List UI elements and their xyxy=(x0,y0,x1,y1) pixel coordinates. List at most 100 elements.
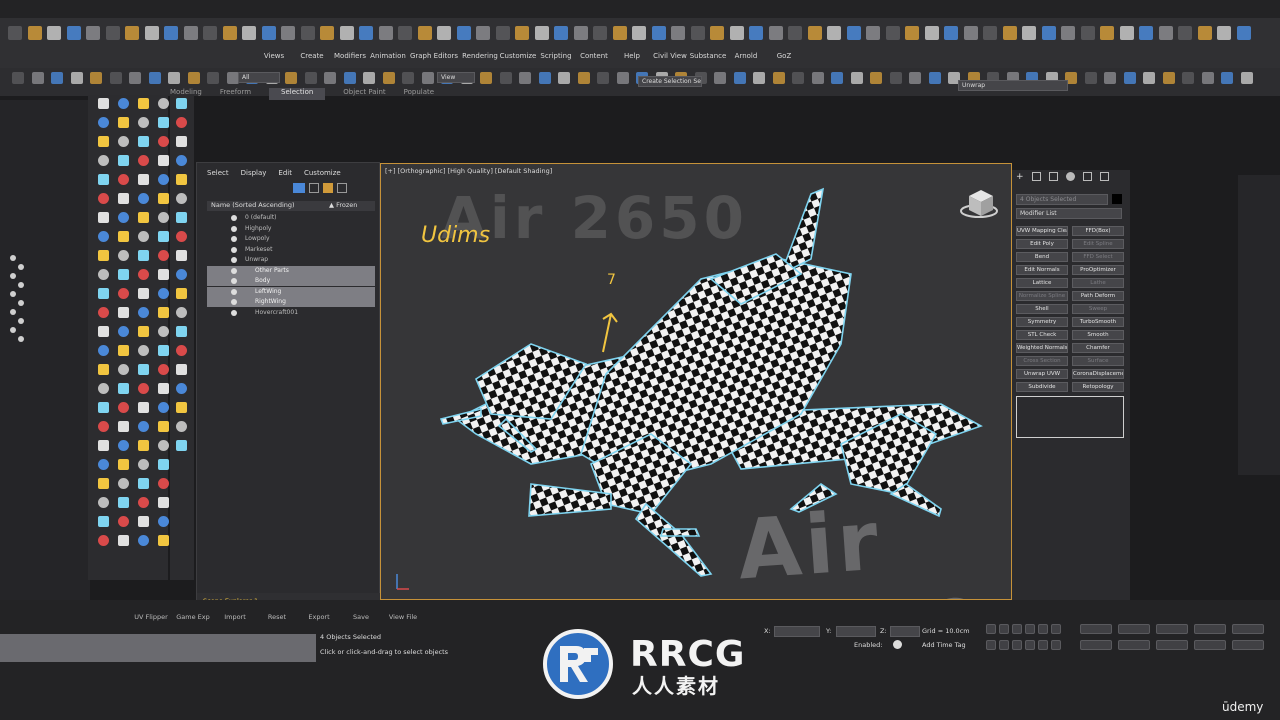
tool-icon[interactable] xyxy=(158,402,169,413)
toolbar-tool-icon[interactable] xyxy=(476,26,490,40)
toolbar-tool-icon[interactable] xyxy=(807,26,822,40)
menu-item[interactable]: GoZ xyxy=(765,52,803,60)
tool-icon[interactable] xyxy=(176,440,187,451)
tool-icon[interactable] xyxy=(138,269,149,280)
tool-icon[interactable] xyxy=(118,459,129,470)
tool-icon[interactable] xyxy=(98,440,109,451)
bottom-menu-game-exp[interactable]: Game Exp xyxy=(172,613,214,621)
tool-icon[interactable] xyxy=(98,459,109,470)
layer-icon[interactable] xyxy=(10,255,16,261)
tool-icon[interactable] xyxy=(138,193,149,204)
modifier-button[interactable]: Sweep xyxy=(1072,304,1124,314)
scene-menu-select[interactable]: Select xyxy=(207,169,229,177)
toolbar-tool-icon[interactable] xyxy=(831,72,843,84)
tool-icon[interactable] xyxy=(158,421,169,432)
toolbar-tool-icon[interactable] xyxy=(866,26,880,40)
modifier-button[interactable]: Symmetry xyxy=(1016,317,1068,327)
visibility-eye-icon[interactable] xyxy=(231,278,237,284)
toolbar-tool-icon[interactable] xyxy=(222,26,237,40)
tab-object-paint[interactable]: Object Paint xyxy=(343,88,385,100)
toolbar-tool-icon[interactable] xyxy=(690,26,705,40)
tool-icon[interactable] xyxy=(118,155,129,166)
tool-icon[interactable] xyxy=(158,345,169,356)
toolbar-tool-icon[interactable] xyxy=(792,72,804,84)
bottom-menu-import[interactable]: Import xyxy=(214,613,256,621)
modifier-button[interactable]: Lattice xyxy=(1016,278,1068,288)
key-control[interactable] xyxy=(1038,640,1048,650)
toolbar-tool-icon[interactable] xyxy=(421,72,434,84)
tool-icon[interactable] xyxy=(138,421,149,432)
playback-control[interactable] xyxy=(1051,624,1061,634)
toolbar-tool-icon[interactable] xyxy=(1217,26,1231,40)
tool-icon[interactable] xyxy=(118,440,129,451)
toolbar-tool-icon[interactable] xyxy=(671,26,685,40)
column-frozen[interactable]: ▲ Frozen xyxy=(329,201,357,209)
menu-item[interactable]: Civil View xyxy=(651,52,689,60)
toolbar-tool-icon[interactable] xyxy=(1104,72,1116,84)
toolbar-tool-icon[interactable] xyxy=(1119,26,1134,40)
menu-item[interactable]: Substance xyxy=(689,52,727,60)
key-control[interactable] xyxy=(986,640,996,650)
toolbar-tool-icon[interactable] xyxy=(359,26,373,40)
tool-icon[interactable] xyxy=(176,345,187,356)
tool-icon[interactable] xyxy=(176,421,187,432)
modifier-button[interactable]: STL Check xyxy=(1016,330,1068,340)
modifier-button[interactable]: Retopology xyxy=(1072,382,1124,392)
scene-menu-edit[interactable]: Edit xyxy=(278,169,292,177)
toolbar-tool-icon[interactable] xyxy=(1221,72,1233,84)
tool-icon[interactable] xyxy=(158,269,169,280)
toolbar-tool-icon[interactable] xyxy=(1240,72,1253,84)
utilities-tab-icon[interactable] xyxy=(1099,172,1109,181)
toolbar-tool-icon[interactable] xyxy=(129,72,141,84)
toolbar-tool-icon[interactable] xyxy=(1162,72,1175,84)
add-time-tag[interactable]: Add Time Tag xyxy=(922,641,966,649)
tool-icon[interactable] xyxy=(98,345,109,356)
scene-tree-row[interactable]: Unwrap xyxy=(207,255,375,265)
toolbar-tool-icon[interactable] xyxy=(66,26,81,40)
toolbar-tool-icon[interactable] xyxy=(148,72,161,84)
filter-dropdown[interactable]: All xyxy=(238,72,280,83)
toolbar-tool-icon[interactable] xyxy=(651,26,666,40)
viewport-orthographic[interactable]: [+] [Orthographic] [High Quality] [Defau… xyxy=(380,163,1012,600)
toolbar-tool-icon[interactable] xyxy=(928,72,941,84)
tool-icon[interactable] xyxy=(118,231,129,242)
tool-icon[interactable] xyxy=(176,212,187,223)
bottom-menu-reset[interactable]: Reset xyxy=(256,613,298,621)
tool-icon[interactable] xyxy=(98,307,109,318)
tool-icon[interactable] xyxy=(158,117,169,128)
modifier-button[interactable]: Path Deform xyxy=(1072,291,1124,301)
layer-icon[interactable] xyxy=(10,327,16,333)
scene-tree-row[interactable]: Hovercraft001 xyxy=(207,308,375,318)
toolbar-tool-icon[interactable] xyxy=(382,72,395,84)
layer-icon[interactable] xyxy=(10,273,16,279)
tool-icon[interactable] xyxy=(98,364,109,375)
viewport-nav-control[interactable] xyxy=(1232,640,1264,650)
scene-menu-display[interactable]: Display xyxy=(241,169,267,177)
tool-icon[interactable] xyxy=(176,402,187,413)
bottom-menu-uv-flipper[interactable]: UV Flipper xyxy=(130,613,172,621)
coord-y-field[interactable] xyxy=(836,626,876,637)
tool-icon[interactable] xyxy=(138,364,149,375)
toolbar-tool-icon[interactable] xyxy=(1022,26,1036,40)
toolbar-tool-icon[interactable] xyxy=(905,26,919,40)
toolbar-tool-icon[interactable] xyxy=(1182,72,1194,84)
modifier-button[interactable]: Smooth xyxy=(1072,330,1124,340)
tool-icon[interactable] xyxy=(138,307,149,318)
menu-item[interactable]: Views xyxy=(255,52,293,60)
coord-z-field[interactable] xyxy=(890,626,920,637)
toolbar-tool-icon[interactable] xyxy=(1139,26,1153,40)
visibility-eye-icon[interactable] xyxy=(231,215,237,221)
tool-icon[interactable] xyxy=(138,440,149,451)
toolbar-tool-icon[interactable] xyxy=(593,26,607,40)
toolbar-tool-icon[interactable] xyxy=(456,26,471,40)
playback-control[interactable] xyxy=(1012,624,1022,634)
tool-icon[interactable] xyxy=(98,98,109,109)
tool-icon[interactable] xyxy=(176,364,187,375)
modifier-stack[interactable] xyxy=(1016,396,1124,438)
tool-icon[interactable] xyxy=(176,383,187,394)
toolbar-tool-icon[interactable] xyxy=(534,26,549,40)
layer-icon[interactable] xyxy=(18,300,24,306)
tool-icon[interactable] xyxy=(176,231,187,242)
tool-icon[interactable] xyxy=(158,250,169,261)
tool-icon[interactable] xyxy=(138,231,149,242)
